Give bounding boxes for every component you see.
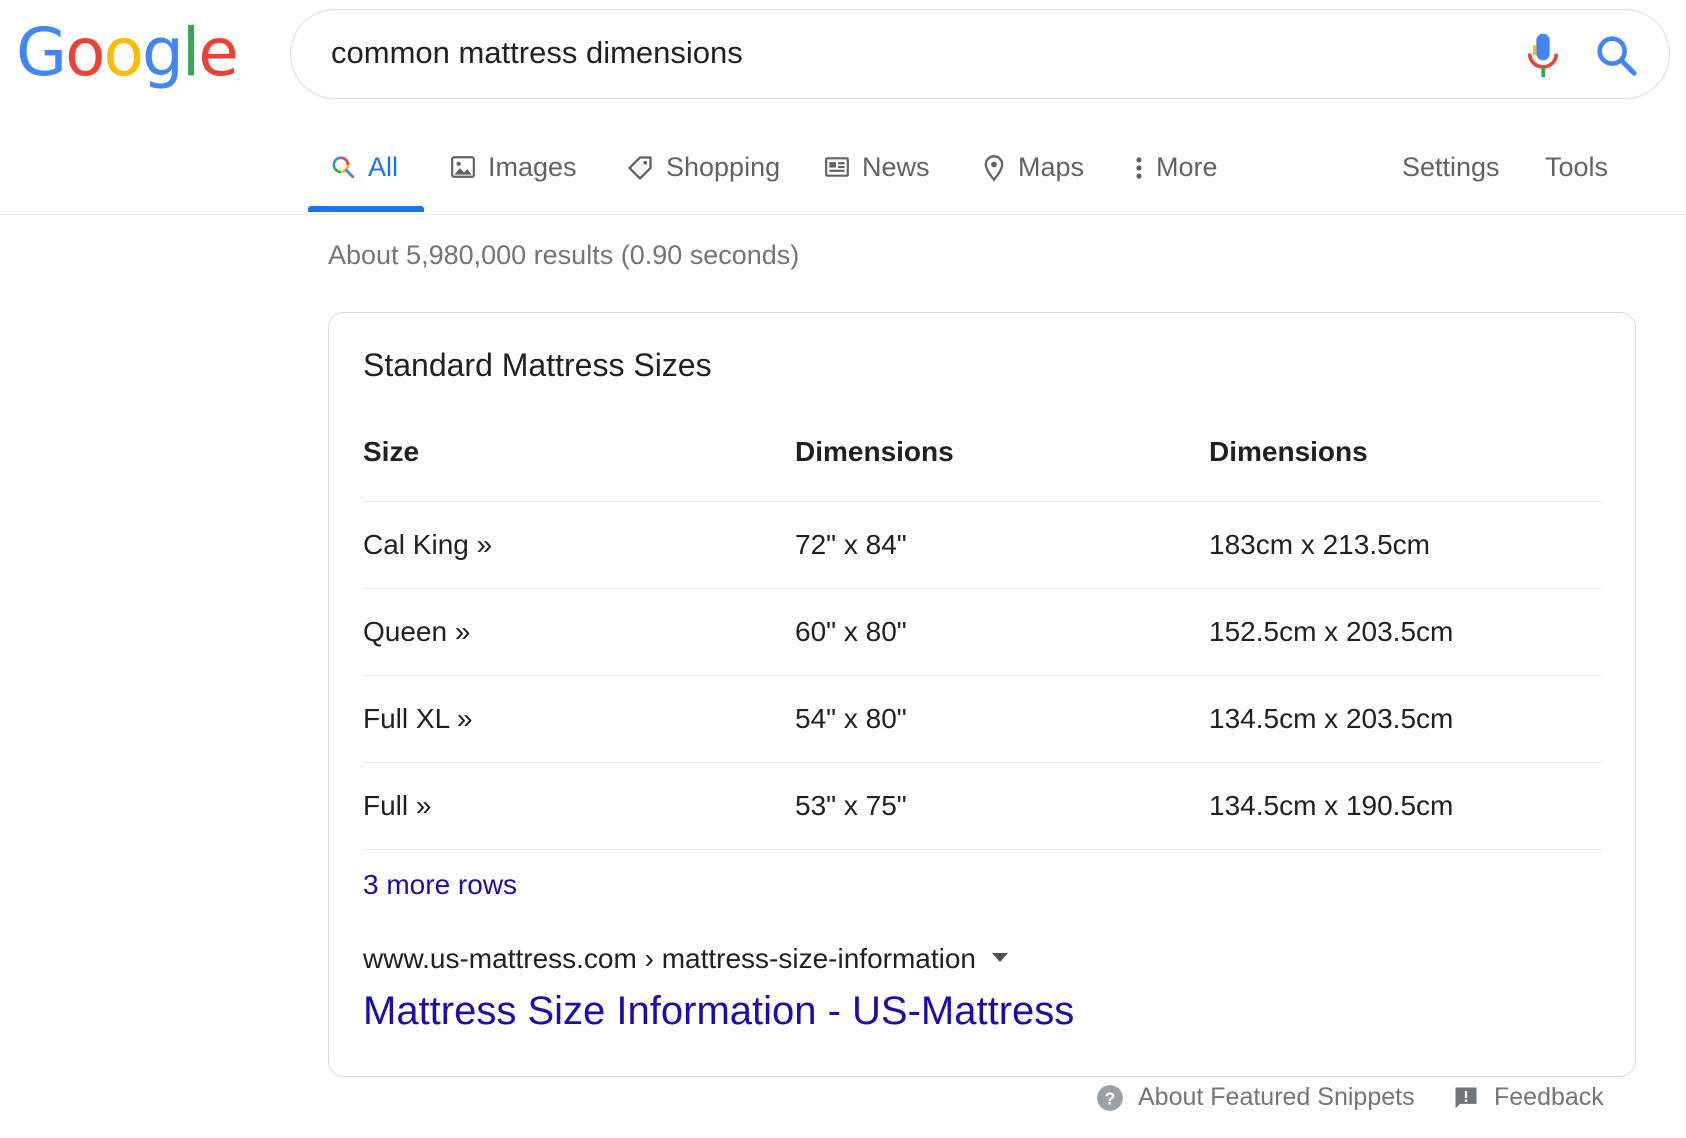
tools-label: Tools xyxy=(1545,152,1609,182)
tab-images[interactable]: Images xyxy=(450,140,577,212)
search-tabs: All Images Shopping News Maps More Setti… xyxy=(0,140,1686,215)
tab-label: More xyxy=(1156,152,1218,182)
snippet-table: Size Dimensions Dimensions Cal King » 72… xyxy=(363,403,1603,850)
table-header-cell: Size xyxy=(363,436,420,467)
result-cite: www.us-mattress.com › mattress-size-info… xyxy=(363,943,1009,975)
image-icon xyxy=(451,156,475,178)
cite-url: www.us-mattress.com › mattress-size-info… xyxy=(363,943,977,974)
table-cell: 60" x 80" xyxy=(795,616,907,647)
result-title-link[interactable]: Mattress Size Information - US-Mattress xyxy=(363,989,1074,1034)
help-circle-icon: ? xyxy=(1097,1084,1123,1111)
table-row: Full » 53" x 75" 134.5cm x 190.5cm xyxy=(363,763,1603,850)
search-icon[interactable] xyxy=(1593,32,1639,78)
table-cell: Full » xyxy=(363,790,432,821)
search-input[interactable] xyxy=(331,30,1431,76)
logo-letter: l xyxy=(181,14,200,91)
active-tab-indicator xyxy=(308,206,424,212)
search-box xyxy=(290,9,1670,99)
settings-link[interactable]: Settings xyxy=(1402,140,1500,212)
table-cell: 183cm x 213.5cm xyxy=(1209,529,1430,560)
map-pin-icon xyxy=(984,155,1004,182)
featured-snippet: Standard Mattress Sizes Size Dimensions … xyxy=(328,312,1636,1077)
settings-label: Settings xyxy=(1402,152,1500,182)
tab-all[interactable]: All xyxy=(330,140,398,212)
logo-letter: o xyxy=(65,14,105,91)
google-logo[interactable]: Google xyxy=(16,14,239,91)
table-row: Full XL » 54" x 80" 134.5cm x 203.5cm xyxy=(363,676,1603,763)
tab-more[interactable]: More xyxy=(1134,140,1218,212)
result-stats: About 5,980,000 results (0.90 seconds) xyxy=(328,240,800,270)
logo-letter: o xyxy=(103,14,144,91)
tab-label: Maps xyxy=(1018,152,1085,182)
table-row: Queen » 60" x 80" 152.5cm x 203.5cm xyxy=(363,589,1603,676)
table-header-cell: Dimensions xyxy=(795,436,954,467)
more-vertical-icon xyxy=(1136,157,1142,179)
table-cell: 54" x 80" xyxy=(795,703,907,734)
tab-label: News xyxy=(862,152,930,182)
search-multicolor-icon xyxy=(332,156,355,179)
table-cell: 72" x 84" xyxy=(795,529,907,560)
tag-icon xyxy=(628,156,652,180)
table-cell: 134.5cm x 190.5cm xyxy=(1209,790,1454,821)
table-header-row: Size Dimensions Dimensions xyxy=(363,403,1603,502)
logo-letter: G xyxy=(16,14,67,91)
table-cell: Queen » xyxy=(363,616,471,647)
about-featured-snippets-label: About Featured Snippets xyxy=(1138,1083,1415,1111)
feedback-icon xyxy=(1455,1087,1477,1108)
tab-label: All xyxy=(368,152,399,182)
tab-label: Images xyxy=(488,152,577,182)
tab-news[interactable]: News xyxy=(824,140,930,212)
tab-shopping[interactable]: Shopping xyxy=(626,140,780,212)
logo-letter: g xyxy=(141,14,184,91)
table-cell: Cal King » xyxy=(363,529,493,560)
table-cell: Full XL » xyxy=(363,703,473,734)
table-cell: 152.5cm x 203.5cm xyxy=(1209,616,1454,647)
table-header-cell: Dimensions xyxy=(1209,436,1368,467)
more-rows-link[interactable]: 3 more rows xyxy=(363,869,517,901)
feedback-link[interactable]: Feedback xyxy=(1452,1083,1604,1112)
tools-link[interactable]: Tools xyxy=(1545,140,1608,212)
logo-letter: e xyxy=(198,14,239,91)
newspaper-icon xyxy=(825,157,849,177)
microphone-icon[interactable] xyxy=(1523,32,1563,82)
feedback-label: Feedback xyxy=(1494,1083,1604,1111)
table-cell: 134.5cm x 203.5cm xyxy=(1209,703,1454,734)
about-featured-snippets-link[interactable]: ? About Featured Snippets xyxy=(1096,1083,1415,1112)
snippet-title: Standard Mattress Sizes xyxy=(363,347,712,383)
svg-text:?: ? xyxy=(1105,1088,1116,1108)
caret-down-icon[interactable] xyxy=(992,952,1009,962)
table-cell: 53" x 75" xyxy=(795,790,907,821)
tab-maps[interactable]: Maps xyxy=(982,140,1084,212)
tab-label: Shopping xyxy=(666,152,781,182)
table-row: Cal King » 72" x 84" 183cm x 213.5cm xyxy=(363,502,1603,589)
